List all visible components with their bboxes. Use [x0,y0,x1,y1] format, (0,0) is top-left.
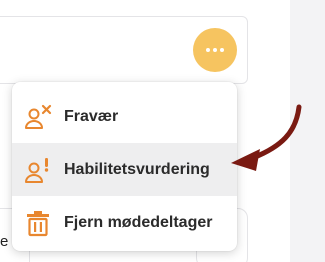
more-dots-icon [206,48,210,52]
more-options-button[interactable] [193,28,237,72]
context-menu: Fravær Habilitetsvurdering Fjern mødedel… [12,82,237,251]
menu-item-fjern-modedeltager[interactable]: Fjern mødedeltager [12,196,237,249]
truncated-text: e [0,233,9,250]
person-exclamation-icon [22,154,54,186]
menu-item-fravaer[interactable]: Fravær [12,90,237,143]
right-panel [290,0,325,262]
person-x-icon [22,101,54,133]
trash-icon [22,207,54,239]
menu-item-label: Fravær [64,107,119,125]
menu-item-label: Habilitetsvurdering [64,160,210,178]
menu-item-label: Fjern mødedeltager [64,213,213,231]
menu-item-habilitetsvurdering[interactable]: Habilitetsvurdering [12,143,237,196]
